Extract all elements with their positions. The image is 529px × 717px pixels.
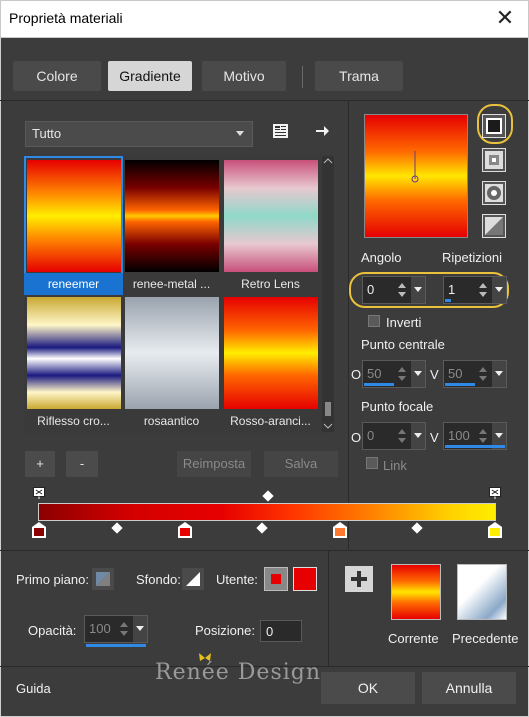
color-stop[interactable] [333,522,347,538]
center-v-label: V [430,367,439,382]
gradient-thumb-renee-metal[interactable] [125,160,219,272]
ok-button[interactable]: OK [321,672,415,704]
angle-spinner[interactable]: 0 [362,276,426,304]
tab-divider [302,66,303,88]
user-label: Utente: [216,572,258,587]
gradient-thumb-rosso-arancio[interactable] [224,297,318,409]
remove-gradient-button[interactable]: - [66,451,98,477]
book-icon[interactable] [272,123,290,139]
position-input[interactable]: 0 [260,620,302,642]
gradient-label: Retro Lens [241,277,300,291]
focal-point-label: Punto focale [361,399,434,414]
arrow-right-icon[interactable] [314,123,330,139]
tab-gradiente[interactable]: Gradiente [108,61,192,91]
bottom-divider [328,551,329,666]
chevron-down-icon[interactable] [133,616,147,642]
gradient-thumb-rosaantico[interactable] [125,297,219,409]
opacity-stop-right[interactable] [489,487,501,499]
gradient-thumb-retro-lens[interactable] [224,160,318,272]
opacity-stop-left[interactable] [33,487,45,499]
rectangular-style-icon[interactable] [482,148,506,172]
angle-value: 0 [367,282,375,297]
opacity-spinner[interactable]: 100 [84,615,148,643]
radial-style-icon[interactable] [482,181,506,205]
background-swatch[interactable] [182,568,204,590]
chevron-down-icon[interactable] [411,277,425,303]
gradient-preview[interactable] [364,114,468,238]
repeats-slider[interactable] [445,299,451,302]
center-h-label: O [351,367,362,382]
focal-h-spinner[interactable]: 0 [362,422,426,450]
previous-label: Precedente [452,631,519,646]
position-label: Posizione: [195,623,255,638]
sunburst-style-icon[interactable] [482,214,506,238]
center-v-slider[interactable] [445,383,475,386]
user-swatch-frame[interactable] [264,567,288,591]
background-label: Sfondo: [136,572,181,587]
chevron-down-icon[interactable] [411,423,425,449]
color-stop[interactable] [488,522,502,538]
opacity-value: 100 [89,621,111,636]
cancel-button[interactable]: Annulla [422,672,516,704]
position-value: 0 [266,624,274,639]
color-stop[interactable] [178,522,192,538]
category-dropdown[interactable]: Tutto [25,121,253,147]
focal-h-value: 0 [367,428,375,443]
previous-gradient-swatch[interactable] [457,564,507,620]
panel-divider [348,101,349,549]
repeats-label: Ripetizioni [442,250,502,265]
chevron-down-icon[interactable] [411,361,425,387]
gradient-bar[interactable] [38,503,496,521]
tab-colore[interactable]: Colore [13,61,101,91]
invert-label: Inverti [386,315,422,330]
linear-style-icon[interactable] [482,114,506,138]
watermark-logo: Renée Design [155,660,322,685]
close-button[interactable]: ✕ [490,4,520,32]
angle-label: Angolo [361,250,402,265]
foreground-label: Primo piano: [16,572,89,587]
gallery-scrollbar[interactable] [322,156,334,432]
color-stop[interactable] [32,522,46,538]
add-gradient-button[interactable]: + [25,451,55,477]
current-label: Corrente [388,631,439,646]
add-to-swatches-button[interactable] [345,566,373,592]
focal-h-label: O [351,430,362,445]
help-link[interactable]: Guida [16,681,51,696]
bottom-separator [0,550,529,551]
gradient-thumb-reneemer[interactable] [27,160,121,272]
foreground-swatch[interactable] [92,568,114,590]
repeats-spinner[interactable]: 1 [443,276,507,304]
tab-trama[interactable]: Trama [315,61,403,91]
user-color-picker[interactable] [293,567,317,591]
gradient-label: Rosso-aranci... [230,414,311,428]
chevron-down-icon[interactable] [492,361,506,387]
gradient-label: Riflesso cro... [37,414,110,428]
link-checkbox[interactable] [366,457,378,469]
reset-button[interactable]: Reimposta [177,451,251,477]
gradient-thumb-riflesso[interactable] [27,297,121,409]
center-h-slider[interactable] [364,383,394,386]
chevron-down-icon[interactable] [492,277,506,303]
chevron-down-icon [236,131,244,136]
opacity-label: Opacità: [28,623,77,638]
tab-motivo[interactable]: Motivo [202,61,286,91]
butterfly-icon [198,652,212,664]
link-label: Link [383,458,407,473]
focal-v-slider[interactable] [445,445,505,448]
invert-checkbox[interactable] [368,315,380,327]
gradient-label: reneemer [24,273,123,295]
opacity-slider[interactable] [86,644,146,647]
gradient-label: rosaantico [143,414,200,428]
save-button[interactable]: Salva [264,451,338,477]
tabs-separator [0,100,529,101]
window-title: Proprietà materiali [9,10,123,26]
user-color-swatch [271,574,281,584]
current-gradient-swatch[interactable] [391,564,441,620]
gradient-label: renee-metal ... [132,277,211,291]
center-point-label: Punto centrale [361,337,445,352]
focal-v-label: V [430,430,439,445]
